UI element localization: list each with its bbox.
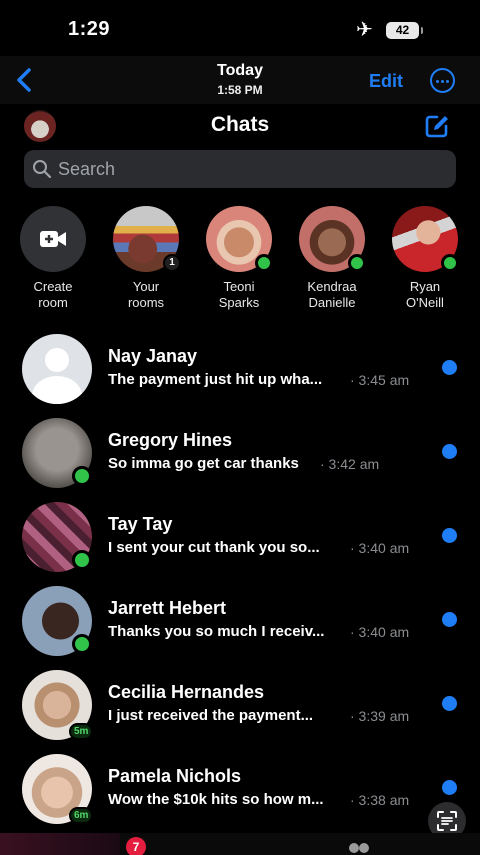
chat-time: · 3:40 am	[350, 624, 410, 640]
unread-indicator	[442, 696, 457, 711]
story-label: rooms	[127, 295, 165, 310]
unread-indicator	[442, 780, 457, 795]
search-input[interactable]	[58, 150, 438, 188]
chat-time: · 3:38 am	[350, 792, 410, 808]
chat-time: · 3:45 am	[350, 372, 410, 388]
story-create-room[interactable]: Create room	[7, 206, 99, 311]
chat-row[interactable]: Nay Janay The payment just hit up wha...…	[0, 332, 480, 416]
search-bar[interactable]	[24, 150, 456, 188]
story-label: room	[38, 295, 68, 310]
chat-name: Jarrett Hebert	[108, 598, 227, 618]
search-icon	[33, 160, 52, 179]
chat-row[interactable]: Tay Tay I sent your cut thank you so... …	[0, 500, 480, 584]
chat-row[interactable]: 5m Cecilia Hernandes I just received the…	[0, 668, 480, 752]
story-label: Teoni	[223, 279, 255, 294]
online-indicator	[72, 634, 92, 654]
active-time-badge: 5m	[69, 723, 94, 740]
video-plus-icon	[40, 231, 66, 247]
story-label: Sparks	[218, 295, 260, 310]
story-avatar[interactable]	[299, 206, 366, 272]
chat-preview: Thanks you so much I receiv...	[108, 623, 325, 640]
airplane-icon: ✈	[356, 19, 373, 41]
online-indicator	[441, 254, 459, 272]
chat-row[interactable]: 6m Pamela Nichols Wow the $10k hits so h…	[0, 752, 480, 836]
chat-name: Pamela Nichols	[108, 766, 242, 786]
chat-name: Tay Tay	[108, 514, 173, 534]
status-bar: 1:29 ✈ 42	[0, 0, 480, 56]
room-count-badge: 1	[163, 254, 181, 272]
story-label: Create	[33, 279, 73, 294]
page-title: Chats	[210, 113, 270, 136]
chat-row[interactable]: Gregory Hines So imma go get car thanks …	[0, 416, 480, 500]
edit-button[interactable]: Edit	[369, 71, 403, 92]
unread-indicator	[442, 444, 457, 459]
story-teoni-sparks[interactable]: Teoni Sparks	[193, 206, 285, 311]
viewer-time: 1:58 PM	[217, 83, 263, 97]
unread-indicator	[442, 528, 457, 543]
story-label: Kendraa	[307, 279, 357, 294]
story-ryan-oneill[interactable]: Ryan O'Neill	[379, 206, 471, 311]
story-label: Danielle	[308, 295, 356, 310]
chat-preview: Wow the $10k hits so how m...	[108, 791, 324, 808]
viewer-date: Today	[217, 62, 263, 79]
story-label: Ryan	[409, 279, 441, 294]
story-avatar[interactable]	[206, 206, 273, 272]
status-time: 1:29	[68, 18, 111, 40]
people-icon[interactable]	[345, 841, 373, 855]
story-avatar[interactable]	[392, 206, 459, 272]
chat-preview: The payment just hit up wha...	[108, 371, 323, 388]
chat-name: Cecilia Hernandes	[108, 682, 265, 702]
chat-name: Nay Janay	[108, 346, 198, 366]
chats-header: Chats	[0, 104, 480, 146]
online-indicator	[255, 254, 273, 272]
story-label: Your	[132, 279, 160, 294]
unread-indicator	[442, 360, 457, 375]
story-label: O'Neill	[406, 295, 444, 310]
default-avatar-icon	[22, 334, 92, 404]
create-room-button[interactable]	[20, 206, 86, 272]
bottom-tab-bar: 7	[0, 833, 480, 855]
online-indicator	[72, 466, 92, 486]
chat-preview: I sent your cut thank you so...	[108, 539, 320, 556]
chat-name: Gregory Hines	[108, 430, 233, 450]
chats-unread-badge: 7	[126, 837, 146, 855]
chat-row[interactable]: Jarrett Hebert Thanks you so much I rece…	[0, 584, 480, 668]
tab-stories-preview[interactable]	[0, 833, 120, 855]
compose-icon[interactable]	[424, 113, 450, 139]
online-indicator	[348, 254, 366, 272]
chat-time: · 3:40 am	[350, 540, 410, 556]
battery-icon: 42	[386, 22, 423, 39]
chat-time: · 3:39 am	[350, 708, 410, 724]
chat-preview: So imma go get car thanks	[108, 455, 299, 472]
more-options-icon[interactable]	[430, 68, 455, 93]
story-avatar[interactable]: 1	[113, 206, 181, 272]
story-kendraa-danielle[interactable]: Kendraa Danielle	[286, 206, 378, 311]
active-time-badge: 6m	[69, 807, 94, 824]
online-indicator	[72, 550, 92, 570]
chat-preview: I just received the payment...	[108, 707, 314, 724]
story-your-rooms[interactable]: 1 Your rooms	[100, 206, 192, 311]
unread-indicator	[442, 612, 457, 627]
chat-time: · 3:42 am	[320, 456, 380, 472]
viewer-nav-bar: Today 1:58 PM Edit	[0, 56, 480, 104]
